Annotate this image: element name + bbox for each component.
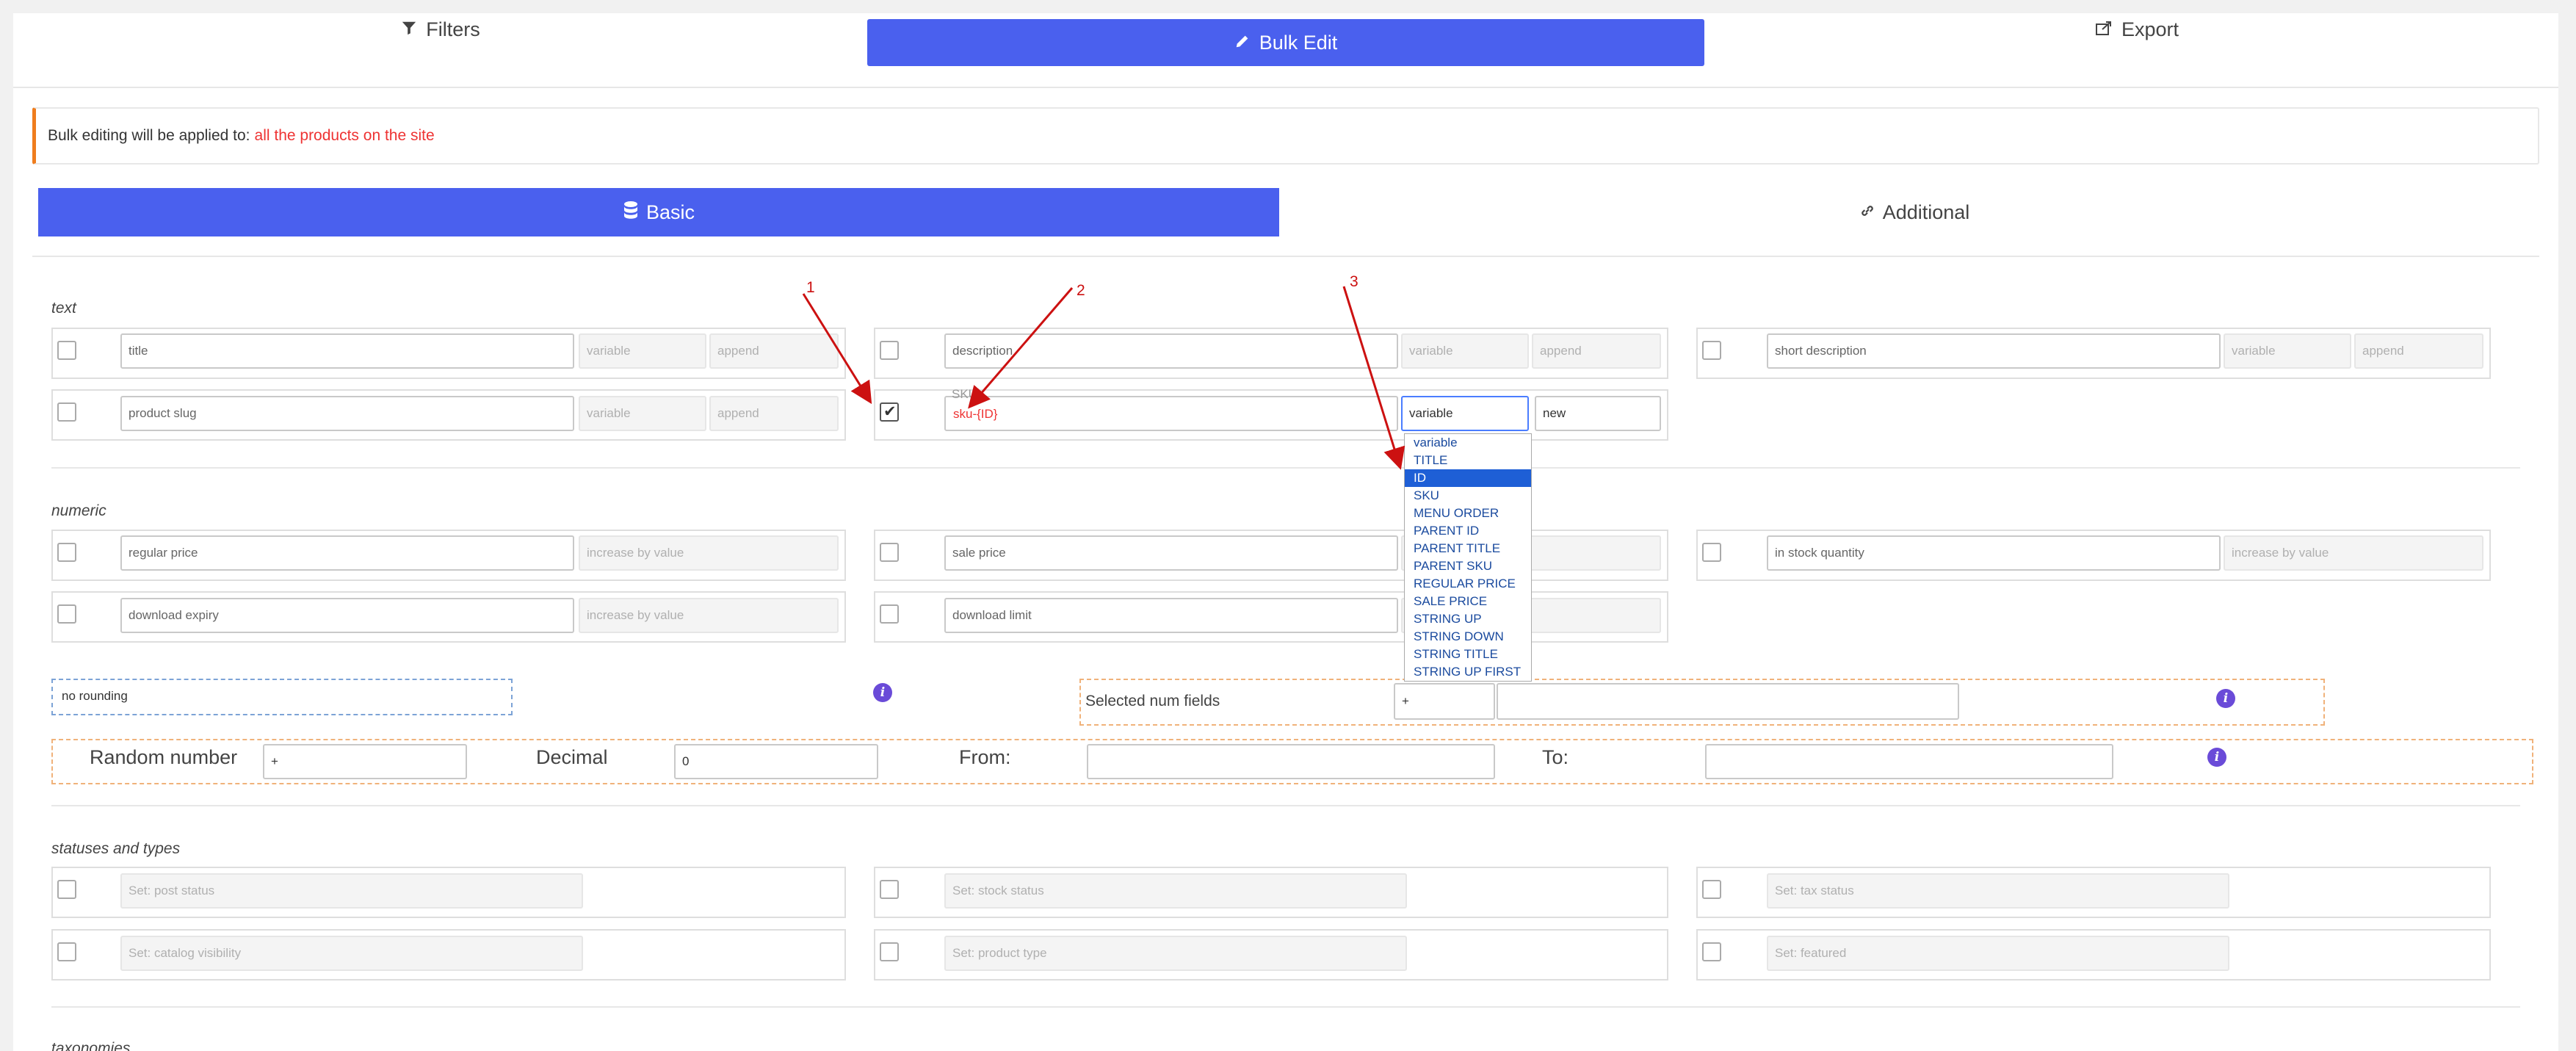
annotation-arrows [802, 286, 1405, 470]
arrow-2 [968, 287, 1074, 409]
arrow-1 [802, 293, 872, 405]
arrow-3 [1342, 286, 1405, 470]
